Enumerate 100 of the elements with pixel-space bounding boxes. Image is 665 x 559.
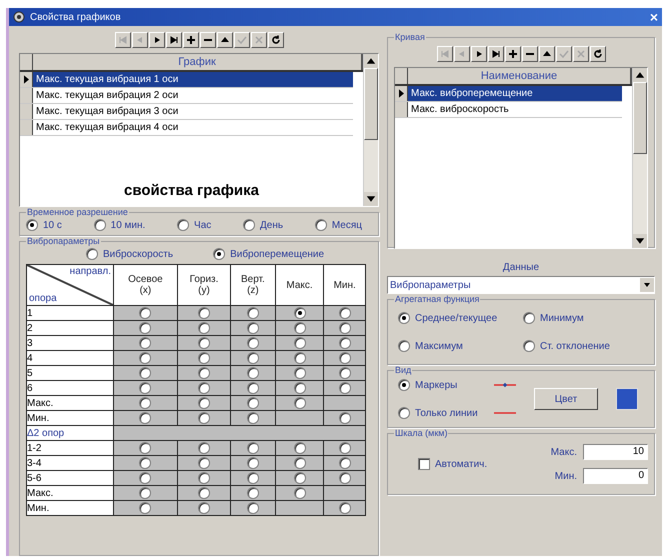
radio-button[interactable] bbox=[246, 352, 259, 364]
radio-button[interactable] bbox=[338, 442, 351, 454]
radio-button[interactable] bbox=[139, 337, 152, 349]
radio-button[interactable] bbox=[398, 407, 410, 419]
navigator-button[interactable] bbox=[522, 46, 538, 62]
radio-button[interactable] bbox=[294, 337, 306, 349]
radio-button[interactable] bbox=[243, 219, 256, 231]
color-swatch[interactable] bbox=[616, 388, 638, 410]
radio-button[interactable] bbox=[338, 412, 351, 424]
radio-button[interactable] bbox=[246, 382, 259, 394]
column-header[interactable]: График bbox=[33, 54, 363, 70]
navigator-button[interactable] bbox=[148, 32, 164, 48]
navigator-button[interactable] bbox=[268, 32, 284, 48]
radio-button[interactable] bbox=[294, 367, 306, 379]
radio-button[interactable] bbox=[246, 472, 259, 484]
radio-button[interactable] bbox=[338, 457, 351, 469]
close-button[interactable]: × bbox=[650, 9, 658, 25]
navigator-button[interactable] bbox=[590, 46, 606, 62]
navigator-button[interactable] bbox=[538, 46, 554, 62]
radio-button[interactable] bbox=[294, 322, 306, 334]
radio-button[interactable] bbox=[198, 382, 210, 394]
radio-button[interactable] bbox=[246, 442, 259, 454]
radio-button[interactable] bbox=[294, 382, 306, 394]
navigator-button[interactable] bbox=[216, 32, 232, 48]
radio-button[interactable] bbox=[398, 340, 410, 352]
navigator-button[interactable] bbox=[200, 32, 216, 48]
radio-button[interactable] bbox=[246, 367, 259, 379]
radio-button[interactable] bbox=[139, 352, 152, 364]
radio-button[interactable] bbox=[198, 487, 210, 499]
scrollbar[interactable] bbox=[363, 54, 378, 206]
radio-button[interactable] bbox=[198, 502, 210, 514]
input-field[interactable]: 0 bbox=[583, 468, 648, 484]
checkbox[interactable] bbox=[418, 458, 430, 470]
input-field[interactable]: 10 bbox=[583, 444, 648, 460]
row-indicator[interactable] bbox=[20, 104, 33, 119]
radio-button[interactable] bbox=[246, 502, 259, 514]
radio-button[interactable] bbox=[338, 337, 351, 349]
radio-button[interactable] bbox=[86, 248, 98, 260]
radio-button[interactable] bbox=[398, 379, 410, 391]
radio-button[interactable] bbox=[246, 397, 259, 409]
radio-button[interactable] bbox=[338, 322, 351, 334]
radio-button[interactable] bbox=[338, 367, 351, 379]
radio-button[interactable] bbox=[294, 352, 306, 364]
radio-button[interactable] bbox=[139, 442, 152, 454]
radio-button[interactable] bbox=[246, 412, 259, 424]
radio-button[interactable] bbox=[294, 472, 306, 484]
navigator-button[interactable] bbox=[166, 32, 182, 48]
grid-row[interactable]: Макс. текущая вибрация 2 оси bbox=[20, 88, 353, 104]
radio-button[interactable] bbox=[139, 382, 152, 394]
radio-button[interactable] bbox=[338, 382, 351, 394]
radio-button[interactable] bbox=[398, 312, 410, 324]
radio-button[interactable] bbox=[198, 322, 210, 334]
radio-button[interactable] bbox=[338, 307, 351, 319]
row-indicator[interactable] bbox=[395, 102, 408, 117]
column-header[interactable]: Наименование bbox=[408, 68, 632, 84]
radio-button[interactable] bbox=[198, 352, 210, 364]
radio-button[interactable] bbox=[139, 412, 152, 424]
radio-button[interactable] bbox=[198, 397, 210, 409]
color-button[interactable]: Цвет bbox=[534, 388, 598, 410]
radio-button[interactable] bbox=[198, 412, 210, 424]
row-indicator[interactable] bbox=[395, 86, 408, 101]
radio-button[interactable] bbox=[294, 307, 306, 319]
radio-button[interactable] bbox=[294, 442, 306, 454]
radio-button[interactable] bbox=[294, 457, 306, 469]
radio-button[interactable] bbox=[294, 487, 306, 499]
navigator-button[interactable] bbox=[504, 46, 520, 62]
radio-button[interactable] bbox=[139, 457, 152, 469]
radio-button[interactable] bbox=[294, 397, 306, 409]
grid-row[interactable]: Макс. виброскорость bbox=[395, 102, 622, 118]
radio-button[interactable] bbox=[246, 457, 259, 469]
radio-button[interactable] bbox=[523, 340, 535, 352]
scrollbar[interactable] bbox=[632, 68, 647, 248]
row-indicator[interactable] bbox=[20, 120, 33, 135]
radio-button[interactable] bbox=[338, 472, 351, 484]
radio-button[interactable] bbox=[139, 322, 152, 334]
scrollbar-thumb[interactable] bbox=[633, 82, 647, 154]
radio-button[interactable] bbox=[213, 248, 226, 260]
radio-button[interactable] bbox=[246, 487, 259, 499]
radio-button[interactable] bbox=[139, 502, 152, 514]
radio-button[interactable] bbox=[94, 219, 106, 231]
row-indicator[interactable] bbox=[20, 88, 33, 103]
radio-button[interactable] bbox=[246, 322, 259, 334]
grid-row[interactable]: Макс. текущая вибрация 4 оси bbox=[20, 120, 353, 136]
radio-button[interactable] bbox=[198, 367, 210, 379]
navigator-button[interactable] bbox=[182, 32, 198, 48]
radio-button[interactable] bbox=[139, 307, 152, 319]
radio-button[interactable] bbox=[198, 457, 210, 469]
radio-button[interactable] bbox=[246, 307, 259, 319]
radio-button[interactable] bbox=[177, 219, 190, 231]
radio-button[interactable] bbox=[198, 472, 210, 484]
radio-button[interactable] bbox=[139, 487, 152, 499]
radio-button[interactable] bbox=[198, 337, 210, 349]
radio-button[interactable] bbox=[139, 397, 152, 409]
radio-button[interactable] bbox=[139, 472, 152, 484]
dropdown[interactable]: Вибропараметры bbox=[387, 276, 655, 294]
radio-button[interactable] bbox=[198, 307, 210, 319]
scrollbar-thumb[interactable] bbox=[364, 68, 378, 140]
row-indicator[interactable] bbox=[20, 72, 33, 87]
navigator-button[interactable] bbox=[488, 46, 504, 62]
grid-row[interactable]: Макс. текущая вибрация 3 оси bbox=[20, 104, 353, 120]
